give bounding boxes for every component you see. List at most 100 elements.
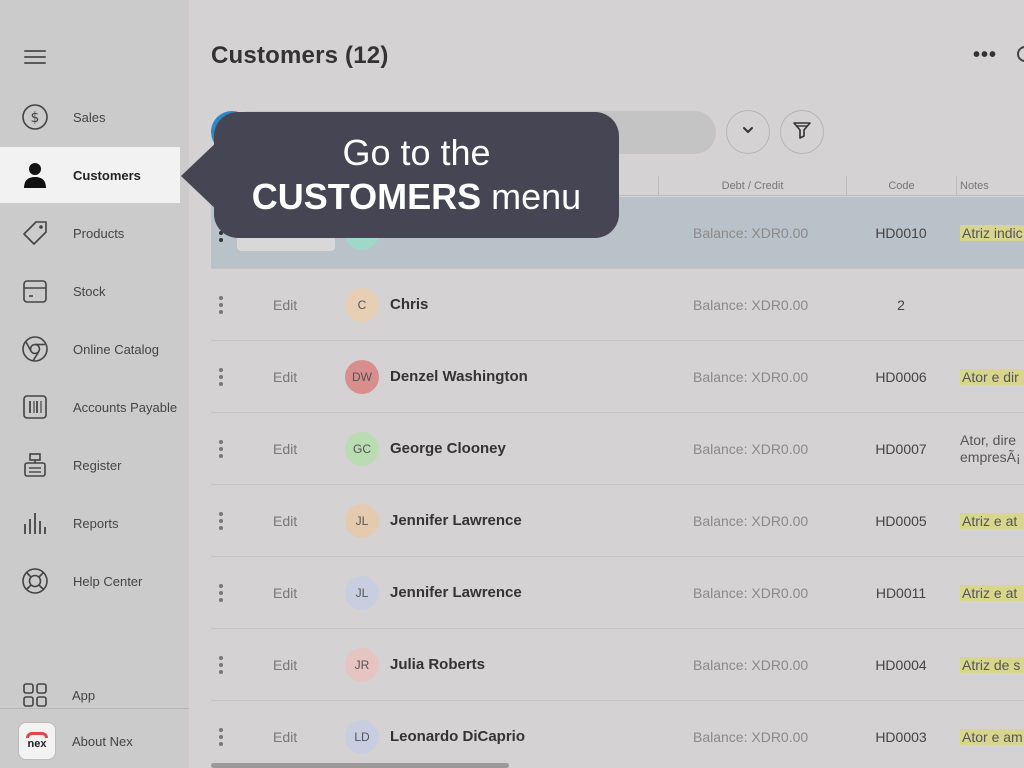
sidebar-item-label: App [72, 687, 96, 703]
balance-text: Balance: XDR0.00 [693, 729, 809, 745]
sidebar-item-label: Products [73, 225, 125, 241]
table-row[interactable]: Edit JL Jennifer Lawrence Balance: XDR0.… [211, 485, 1024, 557]
sidebar-item-register[interactable]: Register [0, 437, 189, 493]
table-row[interactable]: Edit LD Leonardo DiCaprio Balance: XDR0.… [211, 701, 1024, 768]
sidebar-item-accounts-payable[interactable]: Accounts Payable [0, 379, 189, 435]
sidebar-item-label: Stock [73, 283, 106, 299]
customer-name[interactable]: Jennifer Lawrence [390, 584, 522, 601]
avatar: DW [345, 360, 379, 394]
balance-text: Balance: XDR0.00 [693, 297, 809, 313]
sidebar-item-label: Register [73, 457, 122, 473]
hamburger-menu-icon[interactable] [24, 50, 46, 64]
balance-text: Balance: XDR0.00 [693, 585, 809, 601]
customer-name[interactable]: Chris [390, 296, 428, 313]
chevron-down-icon [741, 123, 755, 142]
table-row[interactable]: Edit DW Denzel Washington Balance: XDR0.… [211, 341, 1024, 413]
more-options-button[interactable]: ••• [973, 44, 997, 67]
code-text: HD0003 [875, 729, 927, 745]
row-drag-handle-icon[interactable] [219, 584, 223, 604]
sidebar-item-stock[interactable]: Stock [0, 263, 189, 319]
horizontal-scrollbar[interactable] [211, 763, 509, 768]
sidebar-item-label: Customers [73, 167, 141, 183]
table-row[interactable]: Edit GC George Clooney Balance: XDR0.00 … [211, 413, 1024, 485]
person-icon [20, 160, 50, 190]
notes-text: Atriz indic [960, 225, 1024, 241]
sidebar-item-label: Help Center [73, 573, 143, 589]
sidebar-item-reports[interactable]: Reports [0, 495, 189, 551]
column-header-code[interactable]: Code [846, 176, 956, 196]
avatar: LD [345, 720, 379, 754]
balance-text: Balance: XDR0.00 [693, 225, 809, 241]
edit-button[interactable]: Edit [273, 657, 297, 673]
sidebar-item-label: Sales [73, 109, 106, 125]
sidebar-item-sales[interactable]: $ Sales [0, 89, 189, 145]
code-text: HD0011 [875, 585, 927, 601]
code-text: HD0004 [875, 657, 927, 673]
barcode-icon [20, 392, 50, 422]
table-row[interactable]: Edit JR Julia Roberts Balance: XDR0.00 H… [211, 629, 1024, 701]
svg-text:$: $ [31, 110, 40, 126]
row-drag-handle-icon[interactable] [219, 728, 223, 748]
customer-name[interactable]: Leonardo DiCaprio [390, 728, 525, 745]
tag-icon [20, 218, 50, 248]
customer-name[interactable]: Julia Roberts [390, 656, 485, 673]
row-drag-handle-icon[interactable] [219, 512, 223, 532]
code-text: HD0010 [875, 225, 927, 241]
sidebar-item-customers[interactable]: Customers [0, 147, 180, 203]
balance-text: Balance: XDR0.00 [693, 441, 809, 457]
globe-icon[interactable] [1017, 46, 1024, 62]
avatar: C [345, 288, 379, 322]
sidebar: $ Sales Customers Products Stock Online … [0, 0, 189, 768]
chrome-icon [20, 334, 50, 364]
column-header-notes[interactable]: Notes [956, 176, 1024, 196]
expand-button[interactable] [726, 110, 770, 154]
code-text: 2 [897, 297, 905, 313]
avatar: JL [345, 504, 379, 538]
customer-name[interactable]: George Clooney [390, 440, 506, 457]
sidebar-item-about[interactable]: About Nex [0, 713, 189, 768]
table-row[interactable]: Edit C Chris Balance: XDR0.00 2 [211, 269, 1024, 341]
edit-button[interactable]: Edit [273, 369, 297, 385]
page-title: Customers (12) [211, 42, 389, 69]
box-icon [20, 276, 50, 306]
column-header-debt[interactable]: Debt / Credit [658, 176, 846, 196]
dollar-icon: $ [20, 102, 50, 132]
sidebar-item-label: Online Catalog [73, 341, 159, 357]
customer-name[interactable]: Denzel Washington [390, 368, 528, 385]
sidebar-item-online-catalog[interactable]: Online Catalog [0, 321, 189, 377]
notes-text: Ator, dire empresÃ¡ [960, 432, 1021, 465]
callout-line-2: CUSTOMERS menu [251, 176, 582, 217]
sidebar-divider [0, 708, 189, 709]
edit-button[interactable]: Edit [273, 441, 297, 457]
row-drag-handle-icon[interactable] [219, 656, 223, 676]
register-icon [20, 450, 50, 480]
notes-text: Ator e dir [960, 369, 1024, 385]
notes-text: Atriz de s [960, 657, 1024, 673]
row-drag-handle-icon[interactable] [219, 368, 223, 388]
balance-text: Balance: XDR0.00 [693, 657, 809, 673]
sidebar-item-label: Reports [73, 515, 119, 531]
customer-name[interactable]: Jennifer Lawrence [390, 512, 522, 529]
row-drag-handle-icon[interactable] [219, 296, 223, 316]
code-text: HD0005 [875, 513, 927, 529]
row-drag-handle-icon[interactable] [219, 440, 223, 460]
edit-button[interactable]: Edit [273, 585, 297, 601]
sidebar-item-label: About Nex [72, 733, 133, 749]
notes-text: Ator e am [960, 729, 1024, 745]
sidebar-item-label: Accounts Payable [73, 399, 178, 415]
callout-line-1: Go to the [342, 132, 491, 173]
table-row[interactable]: Edit JL Jennifer Lawrence Balance: XDR0.… [211, 557, 1024, 629]
code-text: HD0007 [875, 441, 927, 457]
apps-grid-icon [20, 680, 50, 710]
balance-text: Balance: XDR0.00 [693, 369, 809, 385]
lifebuoy-icon [20, 566, 50, 596]
edit-button[interactable]: Edit [273, 513, 297, 529]
filter-button[interactable] [780, 110, 824, 154]
edit-button[interactable]: Edit [273, 297, 297, 313]
sidebar-item-products[interactable]: Products [0, 205, 189, 261]
sidebar-item-help-center[interactable]: Help Center [0, 553, 189, 609]
avatar: JL [345, 576, 379, 610]
avatar: JR [345, 648, 379, 682]
code-text: HD0006 [875, 369, 927, 385]
edit-button[interactable]: Edit [273, 729, 297, 745]
